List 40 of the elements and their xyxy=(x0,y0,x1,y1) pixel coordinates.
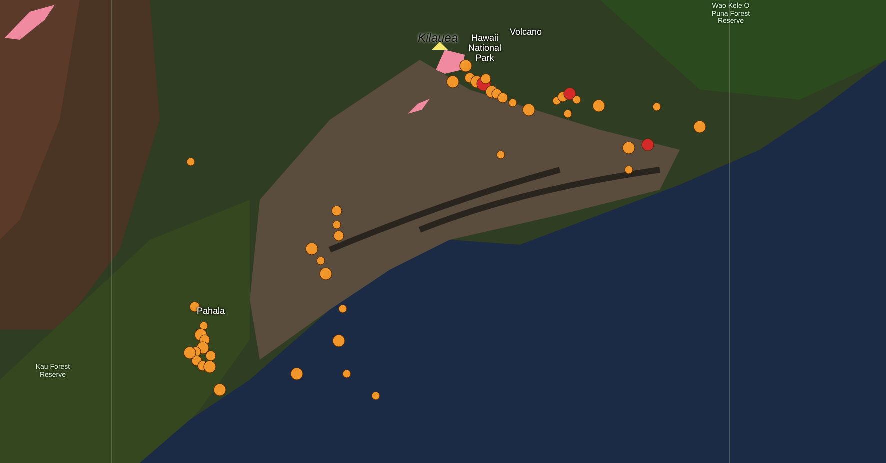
earthquake-dot[interactable] xyxy=(332,220,342,230)
earthquake-dot[interactable] xyxy=(372,392,380,400)
earthquake-dot[interactable] xyxy=(564,88,576,100)
map-label: Kilauea xyxy=(418,32,458,46)
earthquake-dot[interactable] xyxy=(316,256,326,266)
earthquake-dot[interactable] xyxy=(306,242,318,256)
earthquake-dot[interactable] xyxy=(622,142,636,154)
map-label: Hawaii National Park xyxy=(467,34,503,64)
earthquake-dot[interactable] xyxy=(184,346,196,360)
earthquake-dot[interactable] xyxy=(522,104,536,116)
earthquake-dot[interactable] xyxy=(624,166,634,174)
earthquake-dot[interactable] xyxy=(592,100,606,112)
earthquake-dot[interactable] xyxy=(460,60,472,72)
earthquake-dot[interactable] xyxy=(204,360,216,374)
earthquake-dot[interactable] xyxy=(480,74,492,84)
earthquake-dot[interactable] xyxy=(508,98,518,108)
earthquake-dot[interactable] xyxy=(186,158,196,166)
earthquake-dot[interactable] xyxy=(332,334,346,348)
earthquake-dot[interactable] xyxy=(642,138,654,152)
earthquake-dot[interactable] xyxy=(342,370,352,378)
earthquake-dot[interactable] xyxy=(652,102,662,112)
earthquake-dot[interactable] xyxy=(564,110,572,118)
earthquake-dot[interactable] xyxy=(498,92,508,104)
volcano-triangle-icon xyxy=(432,42,448,50)
earthquake-dot[interactable] xyxy=(338,304,348,314)
earthquake-dot[interactable] xyxy=(332,206,342,216)
lava-flow-area xyxy=(5,5,55,40)
earthquake-dot[interactable] xyxy=(334,230,344,242)
earthquake-dot[interactable] xyxy=(496,150,506,160)
earthquake-dot[interactable] xyxy=(290,368,304,380)
earthquake-dot[interactable] xyxy=(320,268,332,280)
earthquake-dot[interactable] xyxy=(206,350,216,362)
earthquake-dot[interactable] xyxy=(446,76,460,88)
earthquake-dot[interactable] xyxy=(694,120,706,134)
map-label: Pahala xyxy=(196,307,226,317)
earthquake-dot[interactable] xyxy=(214,384,226,396)
lava-flow-area xyxy=(408,99,430,114)
earthquake-dot[interactable] xyxy=(572,96,582,104)
map-label: Volcano xyxy=(508,28,544,38)
lava-flow-area xyxy=(436,50,465,74)
